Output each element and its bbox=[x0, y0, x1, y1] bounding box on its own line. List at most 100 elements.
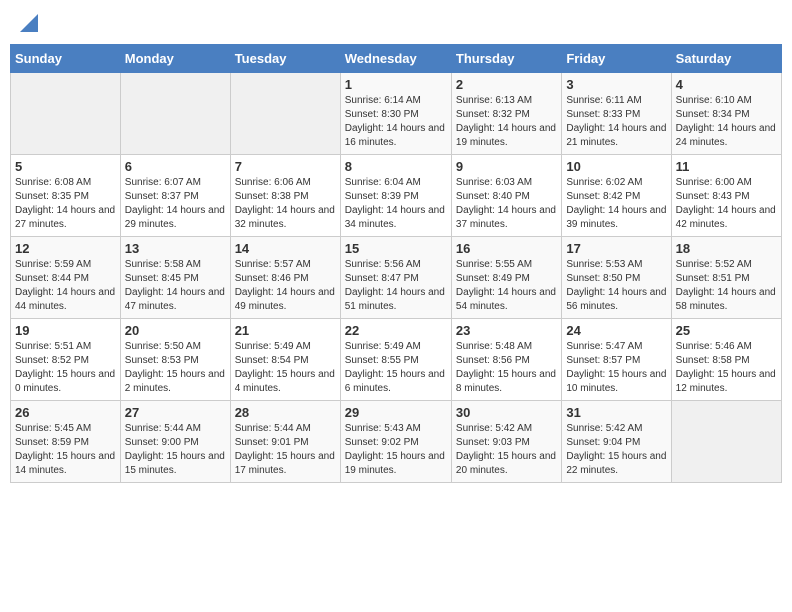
day-number: 10 bbox=[566, 159, 666, 174]
day-number: 25 bbox=[676, 323, 777, 338]
calendar-week-1: 1 Sunrise: 6:14 AMSunset: 8:30 PMDaylight… bbox=[11, 73, 782, 155]
day-info: Sunrise: 5:42 AMSunset: 9:04 PMDaylight:… bbox=[566, 422, 666, 478]
day-info: Sunrise: 6:10 AMSunset: 8:34 PMDaylight:… bbox=[676, 94, 777, 150]
calendar-table: SundayMondayTuesdayWednesdayThursdayFrid… bbox=[10, 44, 782, 483]
calendar-cell: 8 Sunrise: 6:04 AMSunset: 8:39 PMDaylight… bbox=[340, 155, 451, 237]
weekday-header-monday: Monday bbox=[120, 45, 230, 73]
day-number: 2 bbox=[456, 77, 557, 92]
day-info: Sunrise: 6:02 AMSunset: 8:42 PMDaylight:… bbox=[566, 176, 666, 232]
day-number: 15 bbox=[345, 241, 447, 256]
weekday-header-tuesday: Tuesday bbox=[230, 45, 340, 73]
page-header bbox=[10, 10, 782, 36]
calendar-week-2: 5 Sunrise: 6:08 AMSunset: 8:35 PMDaylight… bbox=[11, 155, 782, 237]
day-info: Sunrise: 6:06 AMSunset: 8:38 PMDaylight:… bbox=[235, 176, 336, 232]
calendar-cell: 6 Sunrise: 6:07 AMSunset: 8:37 PMDaylight… bbox=[120, 155, 230, 237]
calendar-cell: 25 Sunrise: 5:46 AMSunset: 8:58 PMDayligh… bbox=[671, 319, 781, 401]
day-info: Sunrise: 5:57 AMSunset: 8:46 PMDaylight:… bbox=[235, 258, 336, 314]
calendar-cell: 18 Sunrise: 5:52 AMSunset: 8:51 PMDayligh… bbox=[671, 237, 781, 319]
day-info: Sunrise: 5:55 AMSunset: 8:49 PMDaylight:… bbox=[456, 258, 557, 314]
calendar-week-4: 19Sunrise: 5:51 AMSunset: 8:52 PMDayligh… bbox=[11, 319, 782, 401]
calendar-cell: 1 Sunrise: 6:14 AMSunset: 8:30 PMDaylight… bbox=[340, 73, 451, 155]
calendar-cell: 4 Sunrise: 6:10 AMSunset: 8:34 PMDaylight… bbox=[671, 73, 781, 155]
day-number: 14 bbox=[235, 241, 336, 256]
day-number: 6 bbox=[125, 159, 226, 174]
calendar-cell: 28 Sunrise: 5:44 AMSunset: 9:01 PMDayligh… bbox=[230, 401, 340, 483]
day-info: Sunrise: 5:49 AMSunset: 8:54 PMDaylight:… bbox=[235, 340, 336, 396]
weekday-header-wednesday: Wednesday bbox=[340, 45, 451, 73]
day-info: Sunrise: 5:53 AMSunset: 8:50 PMDaylight:… bbox=[566, 258, 666, 314]
calendar-cell: 17 Sunrise: 5:53 AMSunset: 8:50 PMDayligh… bbox=[562, 237, 671, 319]
calendar-cell: 27Sunrise: 5:44 AMSunset: 9:00 PMDayligh… bbox=[120, 401, 230, 483]
day-number: 11 bbox=[676, 159, 777, 174]
logo-icon bbox=[20, 14, 38, 32]
day-number: 18 bbox=[676, 241, 777, 256]
day-number: 3 bbox=[566, 77, 666, 92]
day-info: Sunrise: 5:52 AMSunset: 8:51 PMDaylight:… bbox=[676, 258, 777, 314]
day-number: 8 bbox=[345, 159, 447, 174]
day-number: 19 bbox=[15, 323, 116, 338]
day-info: Sunrise: 6:04 AMSunset: 8:39 PMDaylight:… bbox=[345, 176, 447, 232]
day-info: Sunrise: 6:03 AMSunset: 8:40 PMDaylight:… bbox=[456, 176, 557, 232]
day-number: 29 bbox=[345, 405, 447, 420]
calendar-cell: 20Sunrise: 5:50 AMSunset: 8:53 PMDayligh… bbox=[120, 319, 230, 401]
calendar-cell: 7 Sunrise: 6:06 AMSunset: 8:38 PMDaylight… bbox=[230, 155, 340, 237]
day-number: 1 bbox=[345, 77, 447, 92]
day-number: 4 bbox=[676, 77, 777, 92]
day-info: Sunrise: 5:58 AMSunset: 8:45 PMDaylight:… bbox=[125, 258, 226, 314]
calendar-cell: 11 Sunrise: 6:00 AMSunset: 8:43 PMDayligh… bbox=[671, 155, 781, 237]
day-number: 28 bbox=[235, 405, 336, 420]
day-number: 7 bbox=[235, 159, 336, 174]
day-number: 12 bbox=[15, 241, 116, 256]
calendar-cell: 21 Sunrise: 5:49 AMSunset: 8:54 PMDayligh… bbox=[230, 319, 340, 401]
calendar-cell: 9 Sunrise: 6:03 AMSunset: 8:40 PMDaylight… bbox=[451, 155, 561, 237]
day-number: 13 bbox=[125, 241, 226, 256]
calendar-cell: 2 Sunrise: 6:13 AMSunset: 8:32 PMDaylight… bbox=[451, 73, 561, 155]
day-number: 30 bbox=[456, 405, 557, 420]
calendar-cell: 5 Sunrise: 6:08 AMSunset: 8:35 PMDaylight… bbox=[11, 155, 121, 237]
day-number: 9 bbox=[456, 159, 557, 174]
day-number: 16 bbox=[456, 241, 557, 256]
day-info: Sunrise: 6:11 AMSunset: 8:33 PMDaylight:… bbox=[566, 94, 666, 150]
calendar-cell: 31 Sunrise: 5:42 AMSunset: 9:04 PMDayligh… bbox=[562, 401, 671, 483]
calendar-cell bbox=[671, 401, 781, 483]
day-info: Sunrise: 6:08 AMSunset: 8:35 PMDaylight:… bbox=[15, 176, 116, 232]
calendar-cell: 22Sunrise: 5:49 AMSunset: 8:55 PMDayligh… bbox=[340, 319, 451, 401]
calendar-cell: 15Sunrise: 5:56 AMSunset: 8:47 PMDayligh… bbox=[340, 237, 451, 319]
calendar-cell: 23 Sunrise: 5:48 AMSunset: 8:56 PMDayligh… bbox=[451, 319, 561, 401]
day-number: 5 bbox=[15, 159, 116, 174]
day-info: Sunrise: 5:44 AMSunset: 9:00 PMDaylight:… bbox=[125, 422, 226, 478]
day-number: 20 bbox=[125, 323, 226, 338]
calendar-cell bbox=[11, 73, 121, 155]
day-info: Sunrise: 5:47 AMSunset: 8:57 PMDaylight:… bbox=[566, 340, 666, 396]
calendar-cell: 10 Sunrise: 6:02 AMSunset: 8:42 PMDayligh… bbox=[562, 155, 671, 237]
day-info: Sunrise: 5:45 AMSunset: 8:59 PMDaylight:… bbox=[15, 422, 116, 478]
day-info: Sunrise: 6:07 AMSunset: 8:37 PMDaylight:… bbox=[125, 176, 226, 232]
day-number: 21 bbox=[235, 323, 336, 338]
day-number: 24 bbox=[566, 323, 666, 338]
calendar-cell: 26 Sunrise: 5:45 AMSunset: 8:59 PMDayligh… bbox=[11, 401, 121, 483]
day-number: 23 bbox=[456, 323, 557, 338]
calendar-cell: 19Sunrise: 5:51 AMSunset: 8:52 PMDayligh… bbox=[11, 319, 121, 401]
calendar-cell: 24 Sunrise: 5:47 AMSunset: 8:57 PMDayligh… bbox=[562, 319, 671, 401]
calendar-cell: 13 Sunrise: 5:58 AMSunset: 8:45 PMDayligh… bbox=[120, 237, 230, 319]
day-info: Sunrise: 5:44 AMSunset: 9:01 PMDaylight:… bbox=[235, 422, 336, 478]
day-info: Sunrise: 5:59 AMSunset: 8:44 PMDaylight:… bbox=[15, 258, 116, 314]
calendar-cell: 14 Sunrise: 5:57 AMSunset: 8:46 PMDayligh… bbox=[230, 237, 340, 319]
day-info: Sunrise: 5:42 AMSunset: 9:03 PMDaylight:… bbox=[456, 422, 557, 478]
day-info: Sunrise: 5:43 AMSunset: 9:02 PMDaylight:… bbox=[345, 422, 447, 478]
day-info: Sunrise: 6:13 AMSunset: 8:32 PMDaylight:… bbox=[456, 94, 557, 150]
calendar-cell: 16 Sunrise: 5:55 AMSunset: 8:49 PMDayligh… bbox=[451, 237, 561, 319]
calendar-week-3: 12 Sunrise: 5:59 AMSunset: 8:44 PMDayligh… bbox=[11, 237, 782, 319]
day-number: 31 bbox=[566, 405, 666, 420]
day-info: Sunrise: 5:49 AMSunset: 8:55 PMDaylight:… bbox=[345, 340, 447, 396]
calendar-cell bbox=[120, 73, 230, 155]
day-number: 17 bbox=[566, 241, 666, 256]
day-info: Sunrise: 5:46 AMSunset: 8:58 PMDaylight:… bbox=[676, 340, 777, 396]
weekday-header-row: SundayMondayTuesdayWednesdayThursdayFrid… bbox=[11, 45, 782, 73]
day-number: 26 bbox=[15, 405, 116, 420]
day-info: Sunrise: 5:48 AMSunset: 8:56 PMDaylight:… bbox=[456, 340, 557, 396]
calendar-week-5: 26 Sunrise: 5:45 AMSunset: 8:59 PMDayligh… bbox=[11, 401, 782, 483]
weekday-header-saturday: Saturday bbox=[671, 45, 781, 73]
day-info: Sunrise: 6:14 AMSunset: 8:30 PMDaylight:… bbox=[345, 94, 447, 150]
day-info: Sunrise: 6:00 AMSunset: 8:43 PMDaylight:… bbox=[676, 176, 777, 232]
